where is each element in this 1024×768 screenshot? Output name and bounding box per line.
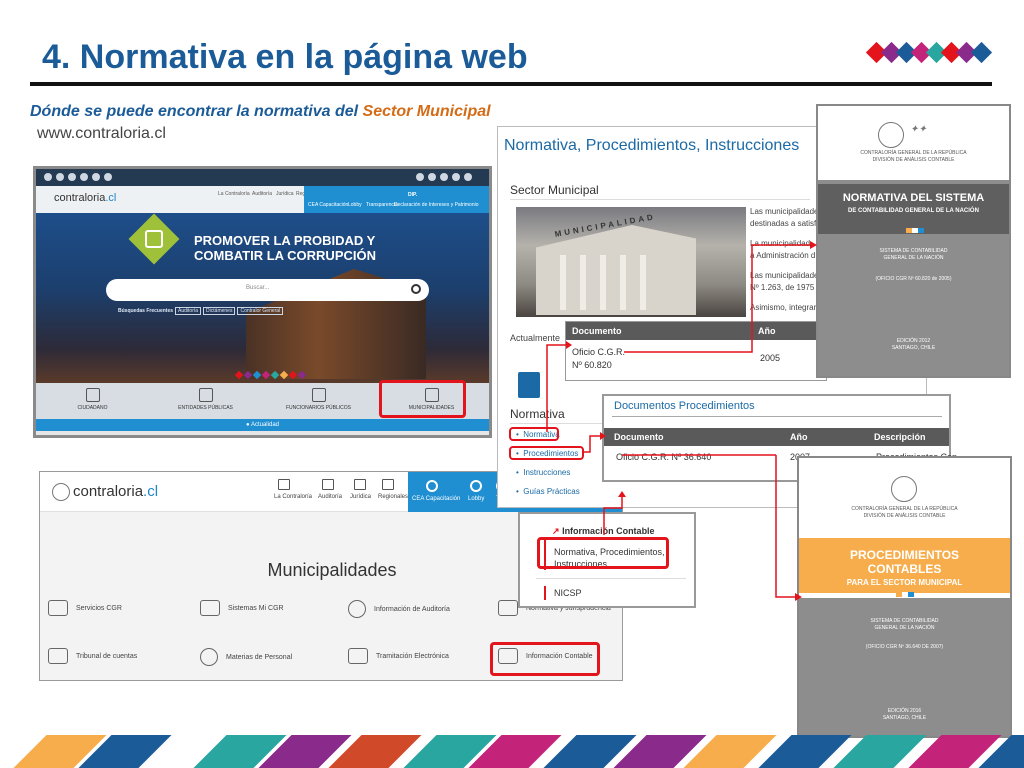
- slide: { "slide": { "title": "4. Normativa en l…: [0, 0, 1024, 768]
- connector-arrows: [546, 241, 817, 601]
- bottom-decoration: [0, 735, 1024, 768]
